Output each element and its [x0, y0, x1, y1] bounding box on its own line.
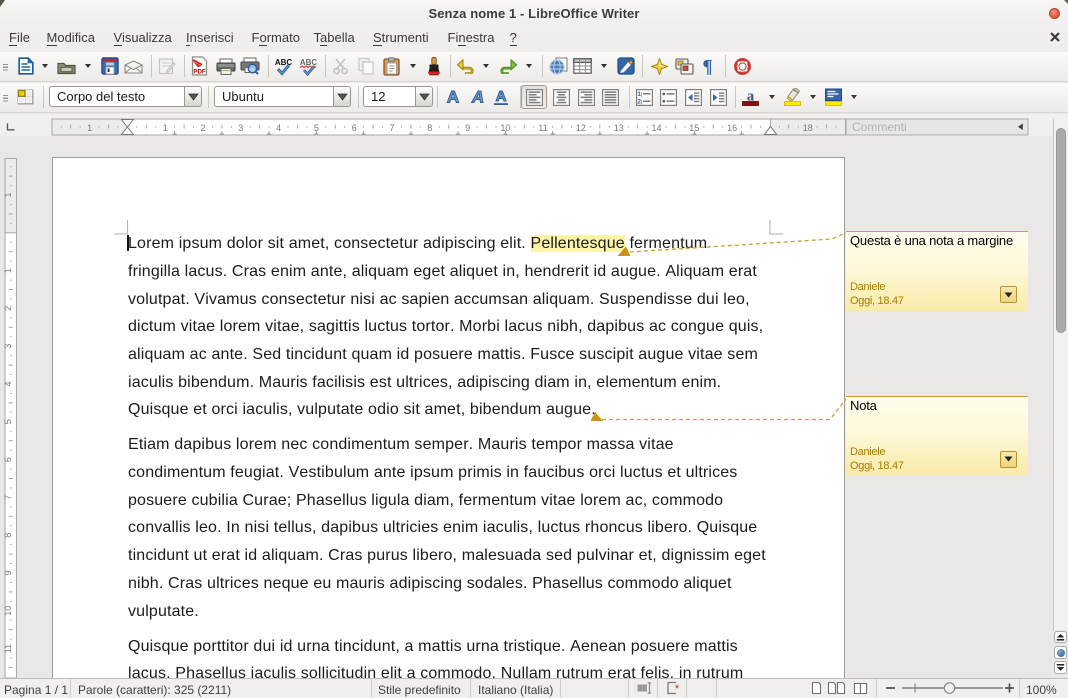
svg-text:3: 3 [238, 123, 243, 133]
svg-text:A: A [470, 88, 483, 106]
svg-text:4: 4 [276, 123, 281, 133]
svg-text:14: 14 [651, 123, 661, 133]
svg-text:1: 1 [87, 123, 92, 133]
svg-text:A: A [447, 88, 459, 106]
svg-text:16: 16 [727, 123, 737, 133]
svg-text:11: 11 [538, 123, 547, 133]
svg-text:8: 8 [427, 123, 432, 133]
svg-text:PDF: PDF [193, 69, 206, 76]
svg-text:7: 7 [389, 123, 394, 133]
svg-text:A: A [495, 88, 506, 105]
svg-text:13: 13 [614, 123, 624, 133]
svg-text:2: 2 [637, 98, 641, 105]
svg-text:6: 6 [352, 123, 357, 133]
svg-text:18: 18 [803, 123, 813, 133]
svg-text:1: 1 [163, 123, 168, 133]
svg-text:2: 2 [200, 123, 205, 133]
svg-text:1: 1 [637, 91, 641, 98]
svg-text:ABC: ABC [299, 58, 317, 67]
svg-text:¶: ¶ [702, 57, 712, 75]
svg-text:Commenti: Commenti [852, 120, 907, 134]
svg-text:12: 12 [576, 123, 586, 133]
svg-text:9: 9 [465, 123, 470, 133]
svg-text:*: * [675, 683, 680, 695]
